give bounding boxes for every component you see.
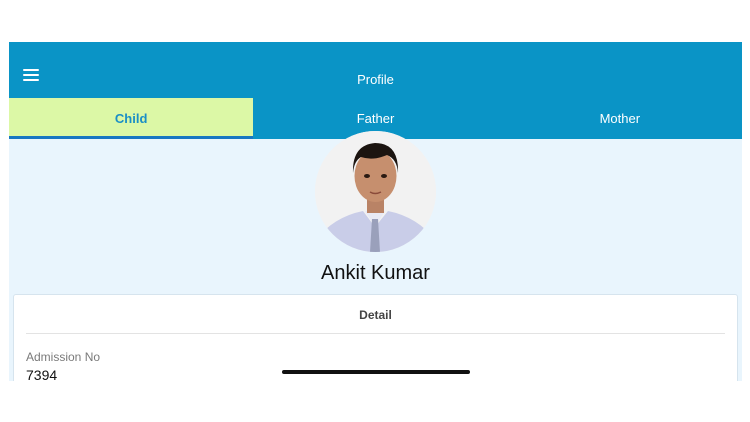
detail-card: Detail Admission No 7394 — [13, 294, 738, 381]
tab-mother[interactable]: Mother — [498, 98, 742, 139]
tab-mother-label: Mother — [599, 111, 641, 126]
tab-father-label: Father — [356, 111, 395, 126]
profile-photo — [315, 131, 436, 252]
profile-name: Ankit Kumar — [321, 262, 430, 284]
detail-card-title: Detail — [359, 308, 392, 322]
tab-child[interactable]: Child — [9, 98, 254, 139]
admission-no-label: Admission No — [26, 350, 101, 364]
tab-child-label: Child — [114, 111, 148, 126]
app-bar: Profile — [9, 42, 742, 98]
avatar — [315, 131, 436, 252]
page-title: Profile — [357, 72, 394, 87]
home-indicator[interactable] — [282, 370, 470, 374]
admission-no-value: 7394 — [26, 367, 58, 381]
divider — [26, 333, 725, 334]
profile-screen: Profile Child Father Mother Ankit Kumar … — [9, 42, 742, 381]
